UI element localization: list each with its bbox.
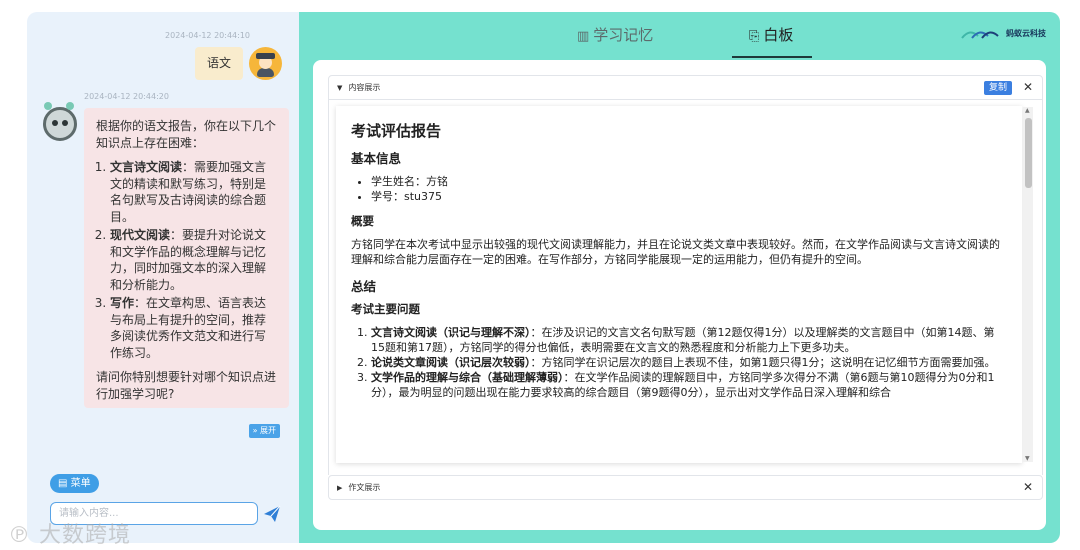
close-icon[interactable]: ✕ [1023,76,1033,99]
caret-down-icon: ▼ [337,84,343,92]
chat-panel: 2024-04-12 20:44:10 语文 2024-04-12 20:44:… [8,12,299,548]
user-message-timestamp: 2024-04-12 20:44:10 [165,31,250,40]
section-title: 作文展示 [348,483,381,492]
summary-heading: 总结 [351,279,377,294]
list-item: 文言诗文阅读：需要加强文言文的精读和默写练习，特别是名句默写及古诗阅读的综合题目… [110,159,277,225]
bot-point-text: ：在文章构思、语言表达与布局上有提升的空间，推荐多阅读优秀作文范文和进行写作练习… [110,296,267,360]
main-panel: ▥ 学习记忆 ⎘ 白板 蚂蚁云科技 ▼ 内容展示 复制 ✕ 考试评估报告 基本信… [299,12,1060,543]
basic-info-list: 学生姓名：方铭 学号：stu375 [351,174,1007,204]
expand-button[interactable]: » 展开 [248,424,280,438]
issue-text: ：方铭同学在识记层次的题目上表现不佳，如第1题只得1分；这说明在记忆细节方面需要… [530,356,996,369]
overview-heading: 概要 [351,214,374,228]
bot-point-title: 现代文阅读 [110,228,171,242]
list-item: 文言诗文阅读（识记与理解不深）：在涉及识记的文言文名句默写题（第12题仅得1分）… [371,325,1007,355]
scrollbar-thumb[interactable] [1025,118,1032,188]
list-item: 写作：在文章构思、语言表达与布局上有提升的空间，推荐多阅读优秀作文范文和进行写作… [110,295,277,361]
report-title: 考试评估报告 [351,122,442,140]
book-icon: ▥ [577,29,590,44]
menu-button[interactable]: ▤ 菜单 [50,474,99,493]
bot-point-title: 写作 [110,296,135,310]
content-section-body: 考试评估报告 基本信息 学生姓名：方铭 学号：stu375 概要 方铭同学在本次… [328,100,1043,475]
close-icon[interactable]: ✕ [1023,476,1033,499]
issue-title: 论说类文章阅读（识记层次较弱） [371,356,531,369]
whiteboard: ▼ 内容展示 复制 ✕ 考试评估报告 基本信息 学生姓名：方铭 学号：stu375… [313,60,1046,530]
section-title: 内容展示 [348,83,381,92]
tab-study-memory[interactable]: ▥ 学习记忆 [577,24,653,45]
logo-icon [961,31,999,39]
tab-whiteboard[interactable]: ⎘ 白板 [749,24,793,45]
app-window: 2024-04-12 20:44:10 语文 2024-04-12 20:44:… [8,12,1060,548]
bot-intro-text: 根据你的语文报告，你在以下几个知识点上存在困难： [96,119,277,150]
copy-button[interactable]: 复制 [983,81,1012,95]
user-avatar [249,47,282,80]
issues-list: 文言诗文阅读（识记与理解不深）：在涉及识记的文言文名句默写题（第12题仅得1分）… [351,325,1007,400]
watermark-logo-icon: ℗ [8,523,39,548]
essay-section-header[interactable]: ▶ 作文展示 ✕ [328,475,1043,500]
bot-points-list: 文言诗文阅读：需要加强文言文的精读和默写练习，特别是名句默写及古诗阅读的综合题目… [96,159,277,361]
active-tab-indicator [732,56,812,58]
menu-icon: ▤ [58,478,71,489]
bot-message-bubble: 根据你的语文报告，你在以下几个知识点上存在困难： 文言诗文阅读：需要加强文言文的… [84,108,289,438]
watermark: ℗ 大数跨境 [8,517,131,549]
bot-message-timestamp: 2024-04-12 20:44:20 [84,92,169,101]
brand-logo: 蚂蚁云科技 [960,26,1046,40]
list-item: 现代文阅读：要提升对论说文和文学作品的概念理解与记忆力，同时加强文本的深入理解和… [110,227,277,293]
list-item: 学生姓名：方铭 [371,174,1007,189]
overview-text: 方铭同学在本次考试中显示出较强的现代文阅读理解能力，并且在论说文类文章中表现较好… [351,238,1000,266]
issues-heading: 考试主要问题 [351,302,420,316]
basic-info-heading: 基本信息 [351,151,402,166]
send-icon[interactable] [263,505,281,523]
scroll-up-icon[interactable]: ▲ [1025,107,1030,114]
bot-outro-text: 请问你特别想要针对哪个知识点进行加强学习呢? [96,370,277,401]
tab-label: 白板 [763,26,794,44]
user-message-bubble: 语文 [195,47,243,80]
list-item: 论说类文章阅读（识记层次较弱）：方铭同学在识记层次的题目上表现不佳，如第1题只得… [371,355,1007,370]
scrollbar[interactable]: ▲ ▼ [1023,107,1033,462]
issue-title: 文学作品的理解与综合（基础理解薄弱） [371,371,564,384]
tab-bar: ▥ 学习记忆 ⎘ 白板 蚂蚁云科技 [299,12,1060,60]
caret-right-icon: ▶ [337,484,343,492]
menu-button-label: 菜单 [70,478,91,489]
content-section-header[interactable]: ▼ 内容展示 复制 ✕ [328,75,1043,100]
tab-label: 学习记忆 [593,26,654,44]
whiteboard-icon: ⎘ [749,29,760,44]
bot-avatar [43,102,77,141]
bot-point-title: 文言诗文阅读 [110,160,183,174]
list-item: 学号：stu375 [371,189,1007,204]
issue-title: 文言诗文阅读（识记与理解不深） [371,326,531,339]
scroll-down-icon[interactable]: ▼ [1025,455,1030,462]
watermark-text: 大数跨境 [39,523,132,548]
list-item: 文学作品的理解与综合（基础理解薄弱）：在文学作品阅读的理解题目中，方铭同学多次得… [371,370,1007,400]
report-document: 考试评估报告 基本信息 学生姓名：方铭 学号：stu375 概要 方铭同学在本次… [336,106,1022,463]
logo-text: 蚂蚁云科技 [1006,28,1046,38]
